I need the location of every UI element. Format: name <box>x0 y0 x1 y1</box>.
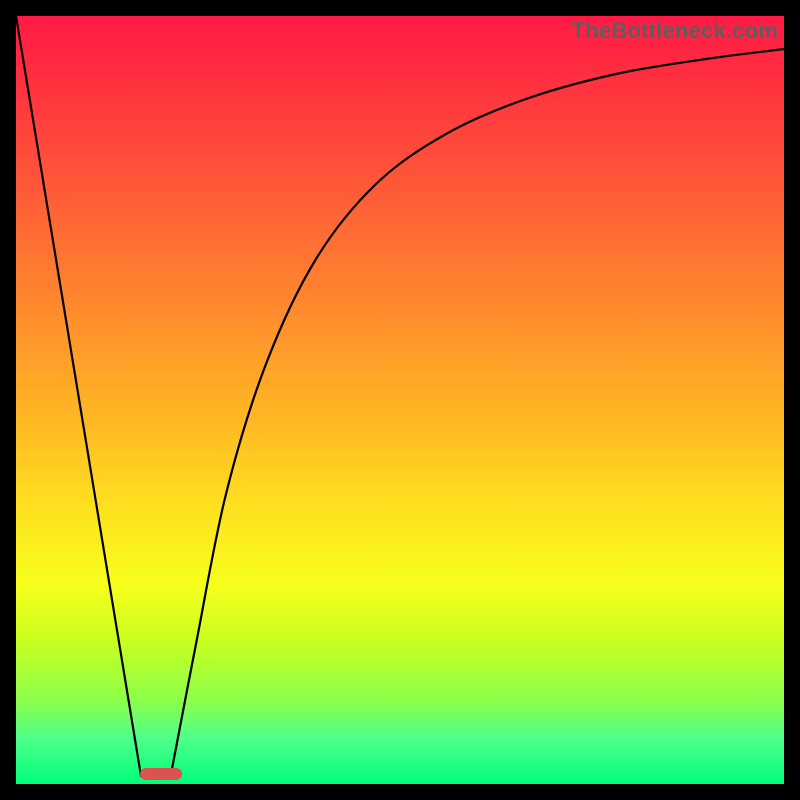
plot-area: TheBottleneck.com <box>16 16 784 784</box>
chart-frame: TheBottleneck.com <box>0 0 800 800</box>
right-curve-path <box>171 49 784 774</box>
valley-marker <box>140 768 182 780</box>
left-line-path <box>16 16 141 776</box>
curves-svg <box>16 16 784 784</box>
